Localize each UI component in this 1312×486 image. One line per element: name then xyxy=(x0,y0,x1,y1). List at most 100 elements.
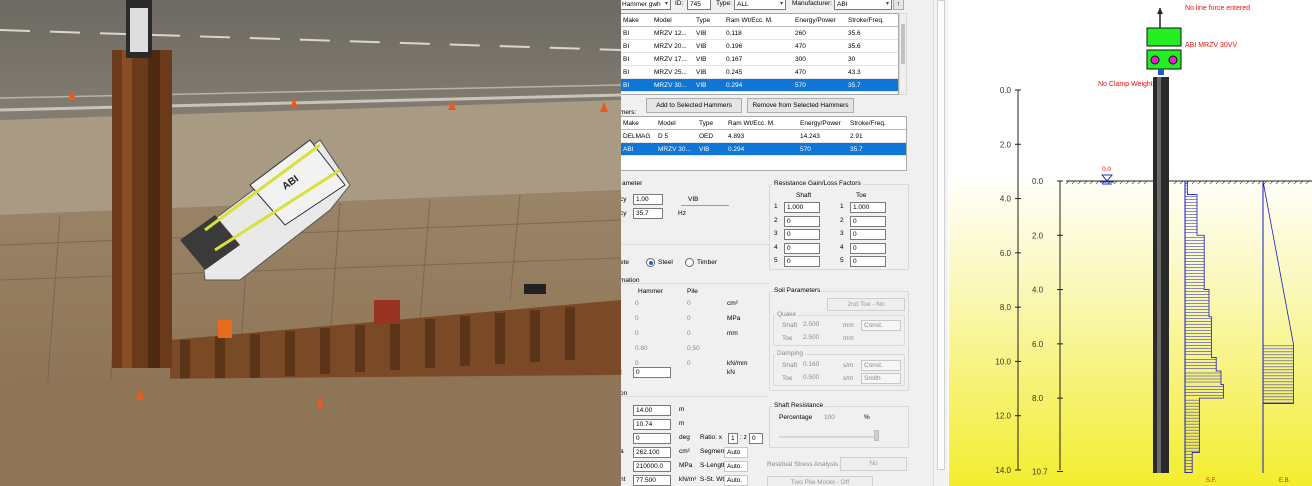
shaft-factor-field[interactable]: 0 xyxy=(784,229,820,240)
table-row[interactable]: BI MRZV 25... VIB 0.245 470 43.3 xyxy=(621,66,898,79)
column-header[interactable]: Stroke/Freq. xyxy=(848,17,884,24)
pile-info-field[interactable]: 0.50 xyxy=(685,344,715,355)
panel-scrollbar[interactable] xyxy=(933,0,948,486)
quake-shaft-field[interactable]: 2.500 xyxy=(801,320,833,331)
table-row[interactable]: DELMAG D 5 OED 4.893 14.243 2.91 xyxy=(621,130,906,143)
column-header[interactable]: Ram Wt/Ecc. M. xyxy=(728,120,775,127)
damping-toe-field[interactable]: 0.500 xyxy=(801,373,833,384)
database-select[interactable]: Hammer gwh ▾ xyxy=(621,0,671,10)
toe-factor-field[interactable]: 0 xyxy=(850,242,886,254)
hammer-table-scrollbar[interactable] xyxy=(899,13,907,95)
column-header[interactable]: Make xyxy=(623,120,639,127)
water-level-value: 0.0 xyxy=(1102,166,1111,173)
damping-toe-mode[interactable]: Smith xyxy=(861,373,901,384)
eccentric-weight-icon xyxy=(1168,55,1178,65)
table-cell: MRZV 12... xyxy=(654,30,687,37)
column-header[interactable]: Type xyxy=(696,17,710,24)
table-cell: VIB xyxy=(696,69,707,76)
type-select[interactable]: ALL ▾ xyxy=(734,0,786,10)
table-row[interactable]: ABI MRZV 30... VIB 0.294 570 35.7 xyxy=(621,143,906,156)
table-cell: DELMAG xyxy=(623,133,651,140)
pile-info-field[interactable]: 0 xyxy=(685,359,715,370)
pile-extra-field[interactable]: Auto. xyxy=(724,475,748,486)
column-header[interactable]: Stroke/Freq. xyxy=(850,120,886,127)
pile-extra-field[interactable]: Auto xyxy=(724,447,748,458)
shaft-factor-field[interactable]: 0 xyxy=(784,256,820,267)
hammer-info-field[interactable]: 0 xyxy=(633,329,671,340)
pile-value-field[interactable]: 262.100 xyxy=(633,447,671,458)
table-row[interactable]: BI MRZV 12... VIB 0.118 260 35.6 xyxy=(621,27,898,40)
hammer-info-field[interactable]: 0 xyxy=(633,299,671,310)
table-row[interactable]: BI MRZV 30... VIB 0.294 570 35.7 xyxy=(621,79,898,92)
percentage-slider-thumb[interactable] xyxy=(874,430,879,441)
pile-info-field[interactable]: 0 xyxy=(685,299,715,310)
hammer-info-field[interactable]: 0.80 xyxy=(633,344,671,355)
pile-value-field[interactable]: 14.00 xyxy=(633,405,671,416)
steel-radio[interactable] xyxy=(646,258,655,267)
axis-tick-label: 8.0 xyxy=(1000,303,1012,312)
parameter-row2-label: cy xyxy=(621,210,627,217)
remove-from-selected-hammers-button[interactable]: Remove from Selected Hammers xyxy=(747,98,854,113)
pile-info-field[interactable]: 0 xyxy=(685,329,715,340)
toe-factor-field[interactable]: 0 xyxy=(850,215,886,227)
column-header[interactable]: Model xyxy=(658,120,676,127)
divider xyxy=(621,244,769,245)
toe-factor-field[interactable]: 0 xyxy=(850,229,886,240)
pile-extra-field2[interactable]: 0 xyxy=(749,433,763,444)
table-cell: 43.3 xyxy=(848,69,861,76)
pile-value-field[interactable]: 77.500 xyxy=(633,475,671,486)
table-cell: MRZV 30... xyxy=(654,82,687,89)
damping-shaft-field[interactable]: 0.160 xyxy=(801,360,833,371)
two-pile-model-button[interactable]: Two Pile Model - Off xyxy=(767,476,873,486)
quake-shaft-label: Shaft xyxy=(782,322,798,329)
parameter-row1-field[interactable]: 1.00 xyxy=(633,194,663,205)
quake-toe-field[interactable]: 2.500 xyxy=(801,333,833,344)
column-header[interactable]: Ram Wt/Ecc. M. xyxy=(726,17,773,24)
scrollbar-thumb[interactable] xyxy=(901,24,905,64)
manufacturer-select[interactable]: ABI ▾ xyxy=(834,0,892,10)
hammer-info-field[interactable]: 0 xyxy=(633,359,671,370)
axis-tick-label: 4.0 xyxy=(1000,195,1012,204)
material-prefix: ete xyxy=(621,259,630,266)
second-toe-button[interactable]: 2nd Toe - No xyxy=(827,298,905,311)
damping-shaft-mode[interactable]: Const. xyxy=(861,360,901,371)
residual-stress-button[interactable]: No xyxy=(840,457,907,471)
column-header[interactable]: Type xyxy=(699,120,713,127)
pile-extra-field[interactable]: 1 xyxy=(728,433,738,444)
shaft-factor-field[interactable]: 1.000 xyxy=(784,202,820,213)
percentage-slider-track[interactable] xyxy=(779,436,877,438)
end-bearing-label: E.B. xyxy=(1279,478,1291,484)
toe-factor-field[interactable]: 0 xyxy=(850,256,886,267)
timber-radio[interactable] xyxy=(685,258,694,267)
sort-up-button[interactable]: ↑ xyxy=(893,0,904,10)
hammer-info-field[interactable]: 0 xyxy=(633,314,671,325)
table-cell: 35.6 xyxy=(848,43,861,50)
pile-extra-field[interactable]: Auto. xyxy=(724,461,748,472)
information-last-label: t xyxy=(621,369,622,377)
table-cell: 35.7 xyxy=(850,146,863,153)
column-header[interactable]: Energy/Power xyxy=(795,17,836,24)
table-cell: BI xyxy=(623,43,630,50)
table-cell: BI xyxy=(623,82,630,89)
column-header[interactable]: Energy/Power xyxy=(800,120,841,127)
eccentric-weight-icon xyxy=(1150,55,1160,65)
quake-shaft-mode[interactable]: Const. xyxy=(861,320,901,331)
shaft-factor-field[interactable]: 0 xyxy=(784,215,820,227)
shaft-factor-field[interactable]: 0 xyxy=(784,242,820,254)
table-row[interactable]: BI MRZV 20... VIB 0.196 470 35.6 xyxy=(621,40,898,53)
scrollbar-thumb[interactable] xyxy=(937,0,945,470)
column-header[interactable]: Model xyxy=(654,17,672,24)
id-field[interactable]: 745 xyxy=(687,0,711,10)
add-to-selected-hammers-button[interactable]: Add to Selected Hammers xyxy=(646,98,742,113)
pile-info-field[interactable]: 0 xyxy=(685,314,715,325)
parameter-row2-field[interactable]: 35.7 xyxy=(633,208,663,219)
table-row[interactable]: BI MRZV 17... VIB 0.167 300 30 xyxy=(621,53,898,66)
column-header[interactable]: Make xyxy=(623,17,639,24)
pile-value-field[interactable]: 210000.0 xyxy=(633,461,671,472)
toe-factor-field[interactable]: 1.000 xyxy=(850,202,886,213)
table-cell: 0.294 xyxy=(728,146,745,153)
arrow-up-icon xyxy=(1157,8,1163,14)
pile-value-field[interactable]: 0 xyxy=(633,433,671,444)
pile-value-field[interactable]: 10.74 xyxy=(633,419,671,430)
damping-toe-label: Toe xyxy=(782,375,793,382)
